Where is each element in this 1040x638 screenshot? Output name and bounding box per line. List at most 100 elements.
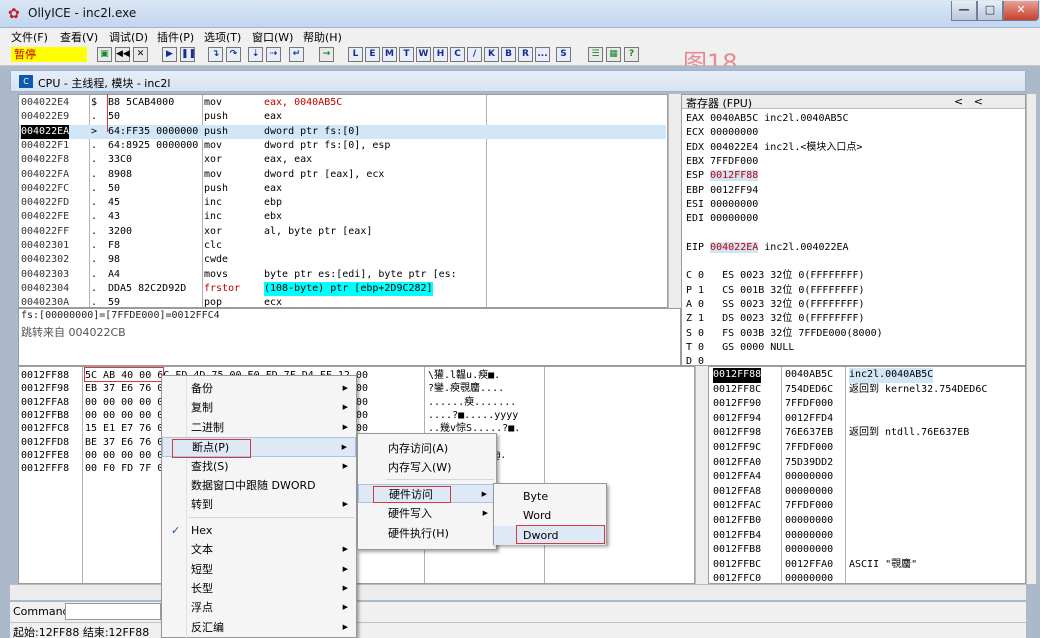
disasm-row[interactable]: 004022FE. 43 inc ebx (19, 210, 666, 224)
stack-address[interactable]: 0012FF98 (713, 426, 761, 441)
register-row[interactable]: D 0 (686, 355, 704, 365)
step-over-icon[interactable]: ↷ (226, 47, 241, 62)
register-row[interactable]: ECX 00000000 (686, 126, 758, 140)
trace-over-icon[interactable]: ⇢ (266, 47, 281, 62)
hardware-menu-item[interactable]: Byte (494, 487, 606, 506)
window-button-h[interactable]: H (433, 47, 448, 62)
disasm-row[interactable]: 004022E4 $ B8 5CAB4000 mov eax, 0040AB5C (19, 96, 666, 110)
window-button-t[interactable]: T (399, 47, 414, 62)
step-into-icon[interactable]: ↴ (208, 47, 223, 62)
window-button-slash[interactable]: / (467, 47, 482, 62)
context-menu-item[interactable]: Hex ✓ (162, 521, 356, 540)
register-row[interactable]: ESI 00000000 (686, 198, 758, 212)
register-row[interactable]: A 0 SS 0023 32位 0(FFFFFFFF) (686, 298, 865, 312)
disasm-row[interactable]: 00402303. A4 movs byte ptr es:[edi], byte p… (19, 268, 666, 282)
grid-icon[interactable]: ▦ (606, 47, 621, 62)
stack-address[interactable]: 0012FFB8 (713, 543, 761, 558)
register-row[interactable]: EDX 004022E4 inc2l.<模块入口点> (686, 141, 862, 155)
register-value[interactable]: 004022EA (710, 241, 759, 253)
close-process-icon[interactable]: ✕ (133, 47, 148, 62)
trace-into-icon[interactable]: ⇣ (248, 47, 263, 62)
menu-item[interactable]: 文件(F) (11, 29, 48, 45)
context-menu-item[interactable]: 浮点 ▶ (162, 598, 356, 617)
execute-till-return-icon[interactable]: ↵ (289, 47, 304, 62)
goto-icon[interactable]: → (319, 47, 334, 62)
menu-item[interactable]: 选项(T) (204, 29, 241, 45)
menu-item[interactable]: 窗口(W) (252, 29, 293, 45)
help-icon[interactable]: ? (624, 47, 639, 62)
breakpoint-menu-item[interactable]: 内存访问(A) (358, 439, 496, 458)
stack-address[interactable]: 0012FFB4 (713, 529, 761, 544)
context-menu-item[interactable]: 文本 ▶ (162, 540, 356, 559)
stack-address[interactable]: 0012FFAC (713, 499, 761, 514)
register-row[interactable]: EBX 7FFDF000 (686, 155, 758, 169)
stack-address[interactable]: 0012FFBC (713, 558, 761, 573)
disassembly-scrollbar[interactable] (668, 94, 681, 308)
context-menu-item[interactable]: 二进制 ▶ (162, 418, 356, 437)
open-icon[interactable]: ▣ (97, 47, 112, 62)
disasm-row[interactable]: 004022EA >64:FF35 0000000 push dword ptr fs… (19, 124, 666, 139)
stack-address[interactable]: 0012FF88 (713, 368, 762, 383)
register-row[interactable]: EBP 0012FF94 (686, 184, 758, 198)
disasm-row[interactable]: 0040230A. 59 pop ecx (19, 296, 666, 307)
context-menu-item[interactable]: 转到 ▶ (162, 495, 356, 514)
disasm-row[interactable]: 00402302. 98 cwde (19, 253, 666, 267)
stack-address[interactable]: 0012FFB0 (713, 514, 761, 529)
breakpoint-menu-item[interactable]: 硬件执行(H) (358, 524, 496, 543)
minimize-button[interactable]: — (951, 1, 977, 21)
context-menu-item[interactable]: 查找(S) ▶ (162, 457, 356, 476)
window-button-k[interactable]: K (484, 47, 499, 62)
maximize-button[interactable]: □ (977, 1, 1003, 21)
breakpoint-menu-item[interactable]: 硬件写入 ▶ (358, 504, 496, 523)
register-row[interactable]: T 0 GS 0000 NULL (686, 341, 794, 355)
disasm-row[interactable]: 004022FA. 8908 mov dword ptr [eax], ecx (19, 168, 666, 182)
context-menu-item[interactable]: 备份 ▶ (162, 379, 356, 398)
disasm-row[interactable]: 004022FD. 45 inc ebp (19, 196, 666, 210)
run-icon[interactable]: ▶ (162, 47, 177, 62)
register-row[interactable]: EDI 00000000 (686, 212, 758, 226)
list-icon[interactable]: ☰ (588, 47, 603, 62)
context-menu-item[interactable]: 长型 ▶ (162, 579, 356, 598)
window-button-w[interactable]: W (416, 47, 431, 62)
menu-item[interactable]: 调试(D) (109, 29, 148, 45)
register-row[interactable]: C 0 ES 0023 32位 0(FFFFFFFF) (686, 269, 865, 283)
menu-item[interactable]: 查看(V) (60, 29, 98, 45)
disasm-row[interactable]: 004022FC. 50 push eax (19, 182, 666, 196)
register-row[interactable]: S 0 FS 003B 32位 7FFDE000(8000) (686, 327, 883, 341)
stack-address[interactable]: 0012FF90 (713, 397, 761, 412)
window-button-s[interactable]: S (556, 47, 571, 62)
context-menu-item[interactable]: 短型 ▶ (162, 560, 356, 579)
disasm-row[interactable]: 004022F1. 64:8925 0000000 mov dword ptr fs:… (19, 139, 666, 153)
stack-address[interactable]: 0012FFA0 (713, 456, 761, 471)
register-value[interactable]: 0012FF88 (710, 170, 759, 182)
menu-item[interactable]: 帮助(H) (303, 29, 342, 45)
disasm-row[interactable]: 004022F8. 33C0 xor eax, eax (19, 153, 666, 167)
disasm-row[interactable]: 004022E9. 50 push eax (19, 110, 666, 124)
hardware-menu-item[interactable]: Word (494, 506, 606, 525)
window-button-r[interactable]: R (518, 47, 533, 62)
stack-address[interactable]: 0012FFC0 (713, 572, 761, 583)
register-row[interactable]: EIP 004022EA inc2l.004022EA (686, 241, 849, 255)
stack-address[interactable]: 0012FF9C (713, 441, 761, 456)
stack-scrollbar[interactable] (1026, 366, 1036, 584)
stack-pane[interactable]: 0012FF88 0040AB5C inc2l.0040AB5C 0012FF8C 75… (708, 366, 1026, 584)
register-row[interactable]: EAX 0040AB5C inc2l.0040AB5C (686, 112, 849, 126)
disasm-row[interactable]: 00402304. DDA5 82C2D92D frstor (108-byte) p… (19, 281, 666, 297)
menu-item[interactable]: 插件(P) (157, 29, 194, 45)
register-row[interactable]: Z 1 DS 0023 32位 0(FFFFFFFF) (686, 312, 865, 326)
stack-address[interactable]: 0012FF94 (713, 412, 761, 427)
window-button-m[interactable]: M (382, 47, 397, 62)
context-menu-item[interactable]: 复制 ▶ (162, 398, 356, 417)
close-button[interactable]: ✕ (1003, 1, 1039, 21)
pause-icon[interactable]: ❚❚ (180, 47, 196, 62)
register-scrollbar[interactable] (1026, 94, 1036, 366)
window-button-b[interactable]: B (501, 47, 516, 62)
command-input[interactable] (65, 603, 161, 620)
register-pane[interactable]: 寄存器 (FPU) < < EAX 0040AB5C inc2l.0040AB5… (681, 94, 1026, 366)
dump-scrollbar[interactable] (695, 366, 708, 584)
window-button-c[interactable]: C (450, 47, 465, 62)
rewind-icon[interactable]: ◀◀ (115, 47, 130, 62)
stack-address[interactable]: 0012FFA4 (713, 470, 761, 485)
register-row[interactable]: P 1 CS 001B 32位 0(FFFFFFFF) (686, 284, 865, 298)
context-menu-item[interactable]: 反汇编 ▶ (162, 618, 356, 637)
